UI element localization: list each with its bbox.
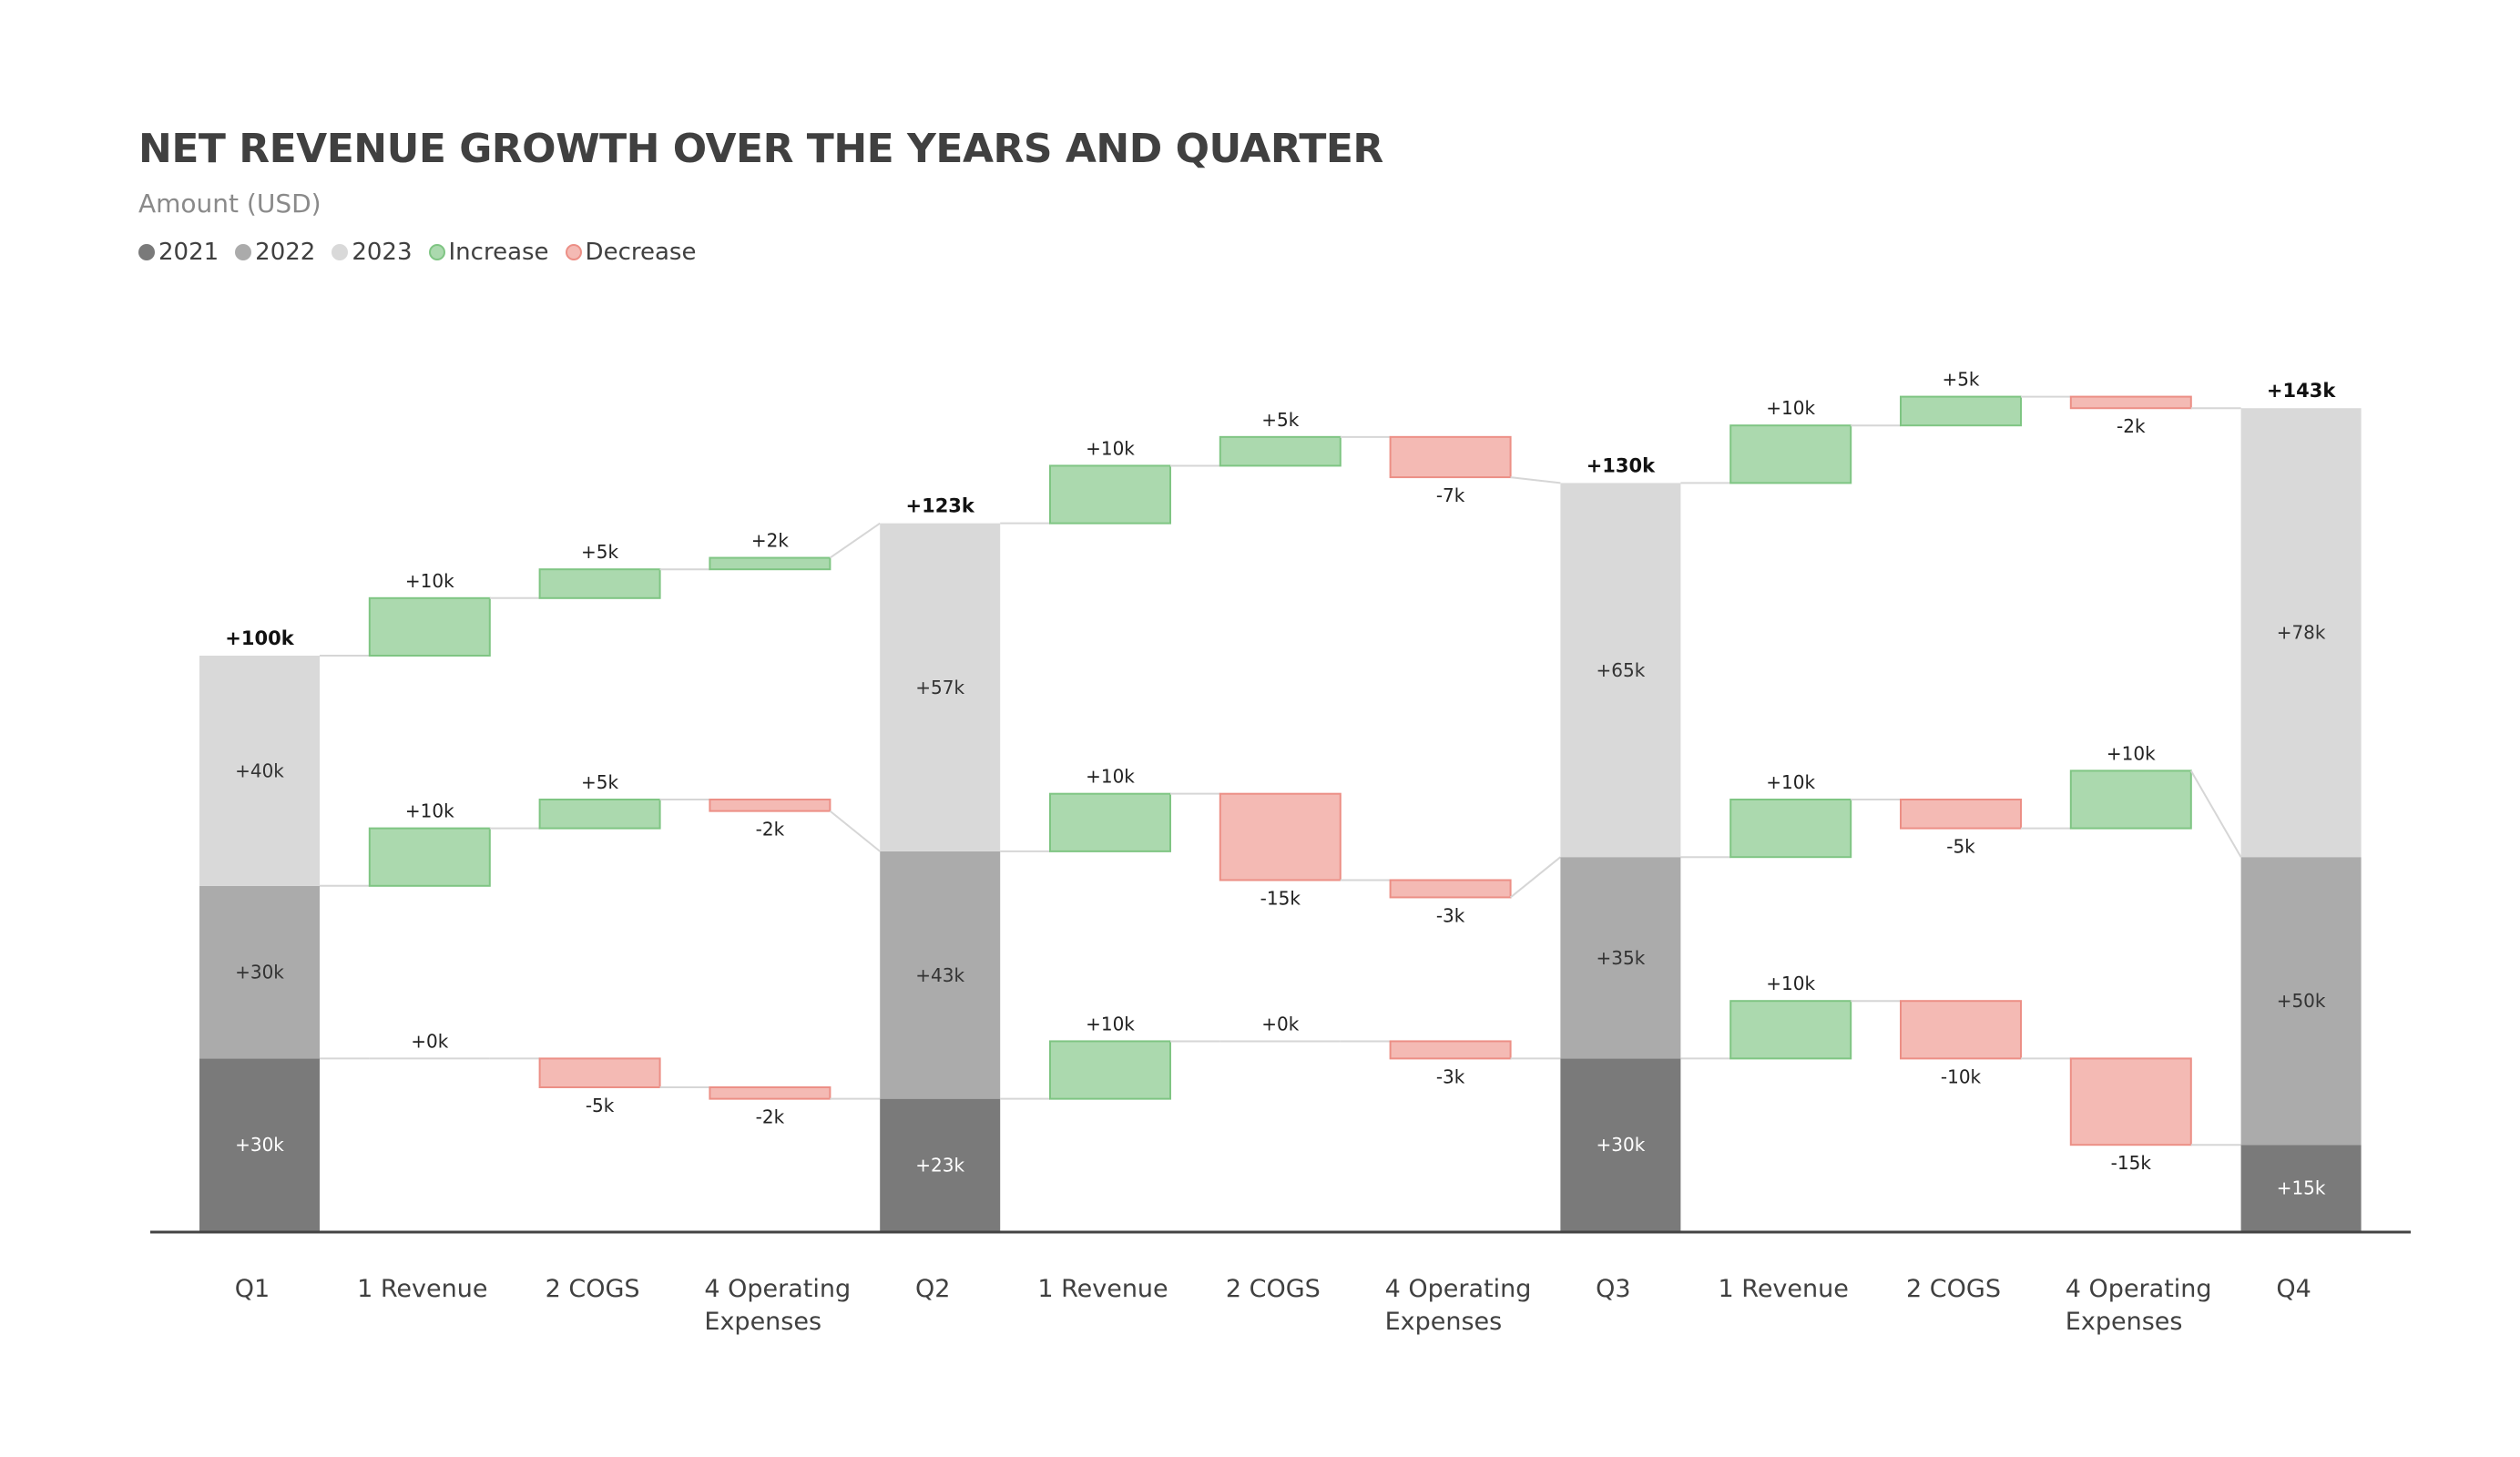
segment-label: +30k	[235, 1134, 284, 1156]
delta-label: +2k	[751, 530, 789, 552]
decrease-bar	[1389, 435, 1512, 479]
increase-bar	[538, 568, 661, 599]
delta-label: -3k	[1436, 1065, 1465, 1087]
delta-label: -5k	[586, 1095, 615, 1116]
delta-label: -2k	[756, 1106, 785, 1128]
decrease-bar	[709, 799, 831, 812]
delta-label: -7k	[1436, 484, 1465, 506]
delta-label: +10k	[1766, 397, 1815, 419]
connector-line	[2189, 769, 2242, 858]
category-label: 1 Revenue	[1719, 1275, 1849, 1303]
segment-label: +23k	[915, 1154, 964, 1176]
segment-label: +50k	[2277, 990, 2326, 1012]
increase-bar	[368, 596, 491, 657]
segment-label: +57k	[915, 677, 964, 698]
decrease-bar	[2069, 1057, 2192, 1146]
category-label: 1 Revenue	[1037, 1275, 1168, 1303]
delta-label: +10k	[1766, 771, 1815, 793]
delta-label: +0k	[411, 1030, 448, 1052]
delta-label: +10k	[1766, 973, 1815, 994]
decrease-bar	[1219, 792, 1342, 881]
increase-bar	[1049, 792, 1171, 852]
waterfall-chart: +30k +30k +40k +100k Q1 +0k +10k +10k 1 Revenue -…	[150, 369, 2411, 1336]
category-label: Q4	[2276, 1275, 2311, 1303]
category-label: Q2	[915, 1275, 950, 1303]
connector-line	[1510, 476, 1561, 484]
category-label: Q1	[235, 1275, 270, 1303]
delta-label: +5k	[581, 541, 618, 563]
segment-label: +15k	[2277, 1177, 2326, 1199]
delta-label: +5k	[581, 771, 618, 793]
decrease-bar	[1389, 1040, 1512, 1060]
decrease-bar	[709, 1086, 831, 1100]
delta-label: -5k	[1946, 836, 1975, 858]
increase-bar	[1049, 464, 1171, 525]
segment-label: +40k	[235, 759, 284, 781]
increase-bar	[1729, 799, 1852, 859]
decrease-bar	[2069, 395, 2192, 410]
delta-label: -10k	[1941, 1065, 1982, 1087]
connector-line	[829, 810, 881, 852]
total-label: +130k	[1586, 454, 1656, 476]
segment-label: +30k	[1597, 1134, 1646, 1156]
delta-label: -3k	[1436, 904, 1465, 926]
increase-bar	[1219, 435, 1342, 467]
delta-label: +10k	[2107, 742, 2156, 764]
delta-label: +10k	[405, 570, 454, 592]
delta-label: -15k	[1260, 887, 1301, 909]
increase-bar	[1049, 1040, 1171, 1100]
delta-label: +10k	[1086, 766, 1135, 788]
category-label: 4 Operating Expenses	[704, 1275, 851, 1336]
category-label: 2 COGS	[1226, 1275, 1321, 1303]
increase-bar	[538, 799, 661, 830]
delta-label: +10k	[1086, 1013, 1135, 1034]
category-label: 2 COGS	[546, 1275, 640, 1303]
delta-label: -15k	[2111, 1152, 2152, 1174]
delta-label: +5k	[1261, 409, 1299, 431]
total-label: +143k	[2267, 380, 2336, 402]
connector-line	[829, 522, 881, 559]
delta-label: +0k	[1261, 1013, 1299, 1034]
decrease-bar	[538, 1057, 661, 1089]
increase-bar	[1729, 424, 1852, 484]
increase-bar	[1900, 395, 2022, 427]
category-label: Q3	[1596, 1275, 1630, 1303]
delta-label: -2k	[2117, 415, 2146, 437]
category-label: 4 Operating Expenses	[1385, 1275, 1532, 1336]
delta-label: +5k	[1942, 369, 1979, 391]
segment-label: +78k	[2277, 622, 2326, 644]
category-label: 2 COGS	[1906, 1275, 2001, 1303]
increase-bar	[1729, 1000, 1852, 1060]
category-label: 4 Operating Expenses	[2066, 1275, 2212, 1336]
increase-bar	[2069, 769, 2192, 830]
segment-label: +43k	[915, 964, 964, 986]
decrease-bar	[1389, 879, 1512, 899]
increase-bar	[709, 556, 831, 571]
decrease-bar	[1900, 799, 2022, 830]
delta-label: -2k	[756, 819, 785, 841]
category-label: 1 Revenue	[357, 1275, 487, 1303]
delta-label: +10k	[405, 800, 454, 822]
increase-bar	[368, 827, 491, 887]
segment-label: +30k	[235, 962, 284, 983]
segment-label: +65k	[1597, 659, 1646, 681]
delta-label: +10k	[1086, 437, 1135, 459]
total-label: +123k	[905, 495, 974, 517]
connector-line	[1509, 856, 1562, 899]
total-label: +100k	[225, 627, 294, 649]
segment-label: +35k	[1597, 947, 1646, 969]
decrease-bar	[1900, 1000, 2022, 1060]
